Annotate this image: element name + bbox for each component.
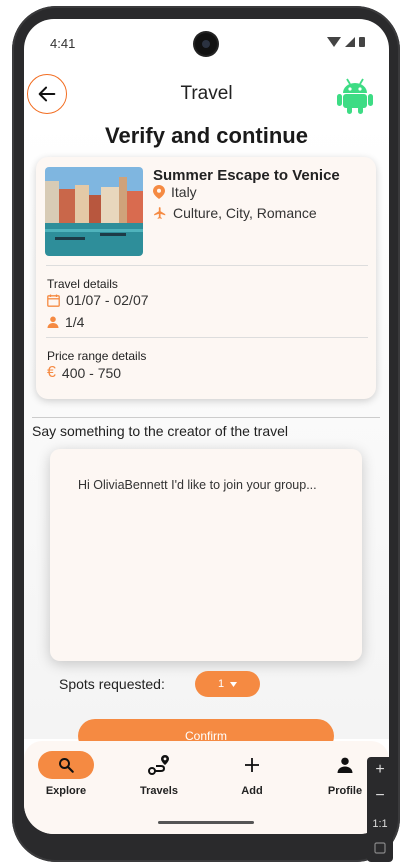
section-divider — [32, 417, 380, 418]
front-camera — [195, 33, 217, 55]
trip-tags: Culture, City, Romance — [173, 205, 317, 221]
phone-screen: 4:41 Travel Verify and continue Summer E… — [24, 19, 389, 834]
caret-down-icon — [230, 681, 238, 687]
trip-title: Summer Escape to Venice — [153, 167, 340, 184]
message-label: Say something to the creator of the trav… — [32, 423, 289, 439]
travel-dates: 01/07 - 02/07 — [47, 292, 149, 308]
travel-details-label: Travel details — [47, 277, 118, 291]
nav-icon-wrap — [217, 751, 287, 779]
search-icon — [59, 758, 74, 773]
signal-icon — [345, 37, 355, 47]
emulator-side-controls: + − 1:1 — [367, 757, 393, 862]
travel-spots: 1/4 — [47, 314, 84, 330]
spots-requested-value: 1 — [217, 678, 225, 690]
nav-icon-wrap — [124, 751, 194, 779]
price-range: € 400 - 750 — [47, 364, 121, 382]
price-range-label: Price range details — [47, 349, 147, 363]
spots-value: 1/4 — [65, 314, 85, 330]
nav-label-travels: Travels — [140, 785, 178, 797]
card-divider — [46, 265, 368, 266]
zoom-out-icon[interactable]: − — [367, 783, 393, 809]
airplane-icon — [154, 207, 166, 219]
trip-categories: Culture, City, Romance — [153, 205, 317, 221]
trip-country: Italy — [171, 184, 197, 200]
message-text: Hi OliviaBennett I'd like to join your g… — [78, 478, 317, 492]
status-bar: 4:41 — [24, 19, 389, 67]
price-value: 400 - 750 — [61, 365, 122, 381]
nav-item-travels[interactable]: Travels — [124, 751, 194, 797]
nav-label-add: Add — [241, 785, 263, 797]
trip-thumbnail — [45, 167, 143, 256]
nav-label-profile: Profile — [327, 785, 363, 797]
nav-item-add[interactable]: Add — [217, 751, 287, 797]
person-icon — [47, 316, 59, 328]
card-divider — [46, 337, 368, 338]
device-frame: 4:41 Travel Verify and continue Summer E… — [0, 0, 412, 867]
person-icon — [337, 757, 353, 773]
home-indicator[interactable] — [158, 821, 254, 824]
screenshot-icon[interactable] — [367, 837, 393, 863]
venice-photo — [45, 167, 143, 256]
android-logo-icon — [337, 78, 373, 114]
page-heading: Verify and continue — [105, 123, 308, 148]
euro-icon: € — [47, 364, 56, 381]
plus-icon — [245, 758, 259, 772]
frame-icon — [374, 842, 386, 854]
main-content: Verify and continue Summer Escape to Ven… — [24, 119, 389, 753]
bottom-navigation: Explore Travels Add Profile — [24, 741, 389, 834]
nav-label-explore: Explore — [45, 785, 87, 797]
spots-requested-dropdown[interactable]: 1 — [195, 671, 260, 697]
app-bar: Travel — [24, 71, 389, 119]
nav-item-explore[interactable]: Explore — [31, 751, 101, 797]
route-icon — [148, 755, 169, 775]
zoom-in-icon[interactable]: + — [367, 757, 393, 783]
trip-location: Italy — [153, 184, 197, 200]
calendar-icon — [47, 294, 60, 307]
trip-summary-card: Summer Escape to Venice Italy Culture, C… — [36, 157, 376, 399]
wifi-icon — [327, 37, 341, 47]
location-pin-icon — [153, 185, 165, 199]
status-time: 4:41 — [50, 36, 76, 51]
spots-requested-label: Spots requested: — [59, 676, 165, 692]
nav-active-indicator — [38, 751, 94, 779]
zoom-reset-button[interactable]: 1:1 — [367, 811, 393, 837]
status-icons — [327, 37, 365, 47]
message-input[interactable]: Hi OliviaBennett I'd like to join your g… — [50, 449, 362, 661]
battery-icon — [359, 37, 365, 47]
dates-value: 01/07 - 02/07 — [66, 292, 149, 308]
